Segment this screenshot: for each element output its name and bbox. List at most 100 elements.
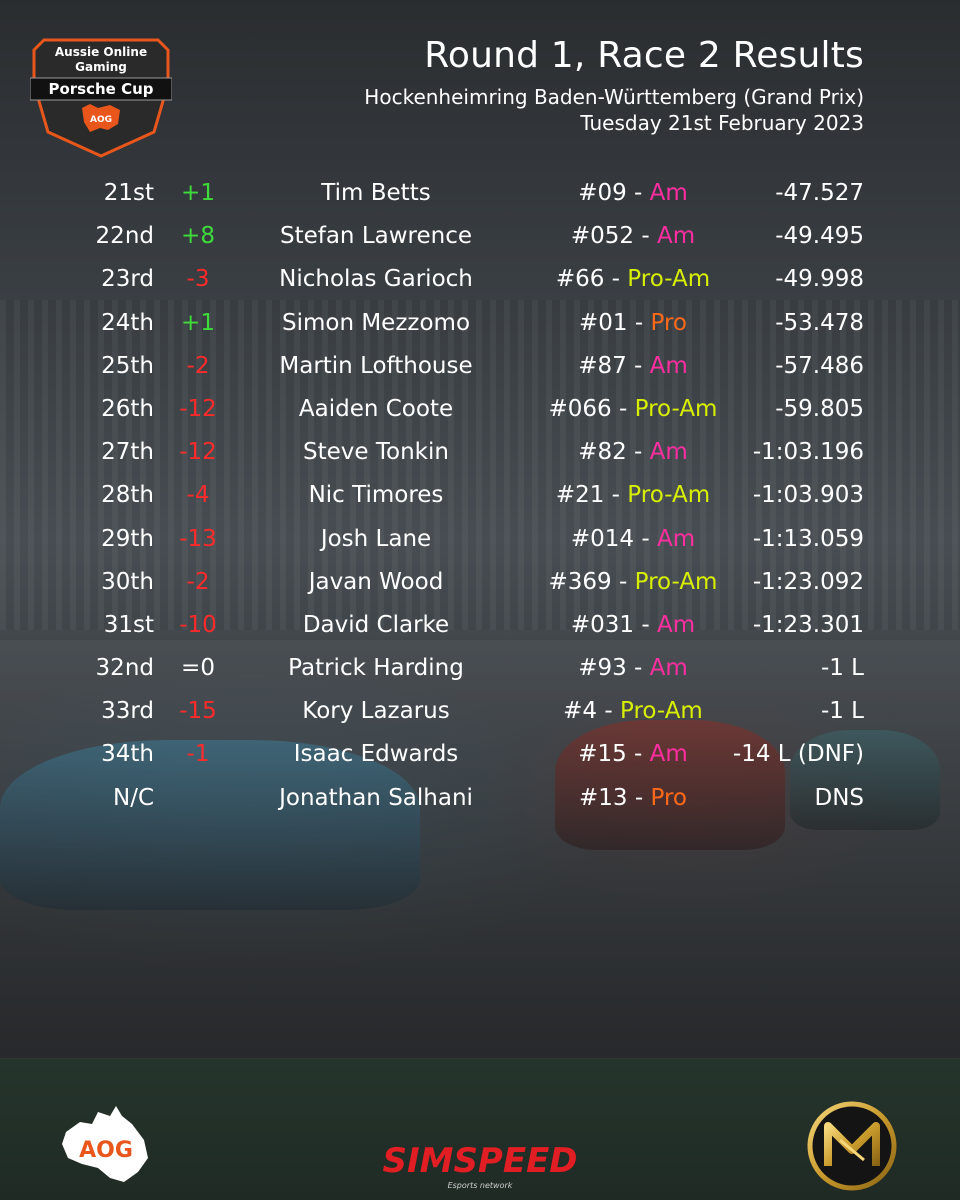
gap-time: -57.486 xyxy=(775,352,864,379)
simspeed-logo: SIMSPEED Esports network xyxy=(382,1141,577,1190)
position-change: +1 xyxy=(181,309,215,336)
simspeed-wordmark: SIMSPEED xyxy=(382,1141,577,1181)
result-row: N/C Jonathan Salhani #13 - Pro DNS xyxy=(0,777,960,820)
simspeed-tagline: Esports network xyxy=(448,1181,513,1190)
class-label: Am xyxy=(649,352,688,379)
position: 27th xyxy=(101,439,154,466)
car-class: #066 - Pro-Am xyxy=(549,388,718,431)
race-date: Tuesday 21st February 2023 xyxy=(580,110,864,135)
position-change: -4 xyxy=(186,482,210,509)
gap-time: -1:13.059 xyxy=(752,525,864,552)
position: 30th xyxy=(101,568,154,595)
gap-time: -1:23.092 xyxy=(752,568,864,595)
gap-time: -49.998 xyxy=(775,266,864,293)
class-label: Pro-Am xyxy=(627,482,711,509)
car-number: #01 - xyxy=(579,309,651,336)
car-number: #4 - xyxy=(563,698,620,725)
class-label: Pro xyxy=(650,309,687,336)
car-class: #82 - Am xyxy=(578,431,688,474)
position-change: -15 xyxy=(179,698,217,725)
driver-name: Tim Betts xyxy=(321,180,431,206)
result-row: 31st -10 David Clarke #031 - Am -1:23.301 xyxy=(0,604,960,647)
driver-name: Kory Lazarus xyxy=(302,698,450,725)
driver-name: Nic Timores xyxy=(308,482,444,509)
car-number: #13 - xyxy=(579,784,651,811)
driver-name: Nicholas Garioch xyxy=(279,266,473,293)
class-label: Am xyxy=(649,741,688,768)
gap-time: -1:23.301 xyxy=(752,611,864,638)
position-change: -2 xyxy=(186,568,210,595)
car-number: #014 - xyxy=(570,525,657,552)
class-label: Am xyxy=(656,525,696,552)
aog-logo-text: AOG xyxy=(79,1138,133,1163)
driver-name: Steve Tonkin xyxy=(303,439,449,466)
car-number: #09 - xyxy=(578,180,650,206)
position-change: -3 xyxy=(186,266,210,293)
car-class: #4 - Pro-Am xyxy=(563,690,703,733)
logo-line-3: Porsche Cup xyxy=(48,80,153,98)
gap-time: -47.527 xyxy=(775,180,864,206)
class-label: Am xyxy=(649,180,688,206)
result-row: 32nd =0 Patrick Harding #93 - Am -1 L xyxy=(0,647,960,690)
position: 29th xyxy=(101,525,154,552)
car-number: #21 - xyxy=(555,482,628,509)
logo-line-1: Aussie Online xyxy=(55,45,147,59)
car-class: #052 - Am xyxy=(571,215,695,258)
driver-name: David Clarke xyxy=(302,611,450,638)
result-row: 24th +1 Simon Mezzomo #01 - Pro -53.478 xyxy=(0,302,960,345)
gap-time: -49.495 xyxy=(775,223,864,250)
result-row: 33rd -15 Kory Lazarus #4 - Pro-Am -1 L xyxy=(0,690,960,733)
result-row: 27th -12 Steve Tonkin #82 - Am -1:03.196 xyxy=(0,431,960,474)
position-change: =0 xyxy=(181,655,215,682)
result-row: 25th -2 Martin Lofthouse #87 - Am -57.486 xyxy=(0,345,960,388)
results-graphic: Aussie Online Gaming Porsche Cup AOG Rou… xyxy=(0,0,960,1200)
gap-time: -14 L (DNF) xyxy=(732,741,864,768)
position: 32nd xyxy=(95,655,154,682)
car-class: #87 - Am xyxy=(578,345,688,388)
logo-line-2: Gaming xyxy=(75,60,127,74)
class-label: Am xyxy=(649,655,688,682)
class-label: Pro-Am xyxy=(627,266,711,293)
position-change: -12 xyxy=(179,439,217,466)
driver-name: Isaac Edwards xyxy=(293,741,459,768)
position: 25th xyxy=(101,352,154,379)
result-row: 26th -12 Aaiden Coote #066 - Pro-Am -59.805 xyxy=(0,388,960,431)
position-change: -1 xyxy=(186,741,210,768)
car-class: #13 - Pro xyxy=(579,777,687,820)
result-row: 34th -1 Isaac Edwards #15 - Am -14 L (DNF) xyxy=(0,733,960,776)
car-number: #031 - xyxy=(570,611,657,638)
class-label: Pro-Am xyxy=(619,698,703,725)
car-class: #09 - Am xyxy=(578,172,688,215)
results-table: 21st +1 Tim Betts #09 - Am -47.527 22nd +8 Stef… xyxy=(0,172,960,820)
car-number: #66 - xyxy=(555,266,628,293)
car-class: #014 - Am xyxy=(571,518,695,561)
position: 24th xyxy=(101,309,154,336)
position: 23rd xyxy=(101,266,154,293)
car-class: #369 - Pro-Am xyxy=(549,561,718,604)
driver-name: Stefan Lawrence xyxy=(279,223,473,250)
gap-time: -1:03.903 xyxy=(752,482,864,509)
car-number: #052 - xyxy=(570,223,657,250)
class-label: Pro xyxy=(650,784,687,811)
car-number: #87 - xyxy=(578,352,650,379)
position-change: -10 xyxy=(179,611,217,638)
car-class: #01 - Pro xyxy=(579,302,687,345)
position: 31st xyxy=(103,611,154,638)
car-class: #21 - Pro-Am xyxy=(556,474,710,517)
gap-time: -1 L xyxy=(820,698,864,725)
result-row: 21st +1 Tim Betts #09 - Am -47.527 xyxy=(0,172,960,215)
porsche-cup-logo: Aussie Online Gaming Porsche Cup AOG xyxy=(30,38,172,158)
driver-name: Javan Wood xyxy=(308,568,444,595)
page-title: Round 1, Race 2 Results xyxy=(424,35,864,76)
position-change: -2 xyxy=(186,352,210,379)
class-label: Am xyxy=(656,223,696,250)
header: Round 1, Race 2 Results Hockenheimring B… xyxy=(364,36,864,136)
gap-time: -1:03.196 xyxy=(752,439,864,466)
class-label: Pro-Am xyxy=(634,395,718,422)
gap-time: -1 L xyxy=(820,655,864,682)
result-row: 29th -13 Josh Lane #014 - Am -1:13.059 xyxy=(0,518,960,561)
logo-badge: AOG xyxy=(90,115,112,125)
gap-time: -59.805 xyxy=(775,395,864,422)
driver-name: Jonathan Salhani xyxy=(279,784,473,811)
car-number: #369 - xyxy=(548,568,635,595)
